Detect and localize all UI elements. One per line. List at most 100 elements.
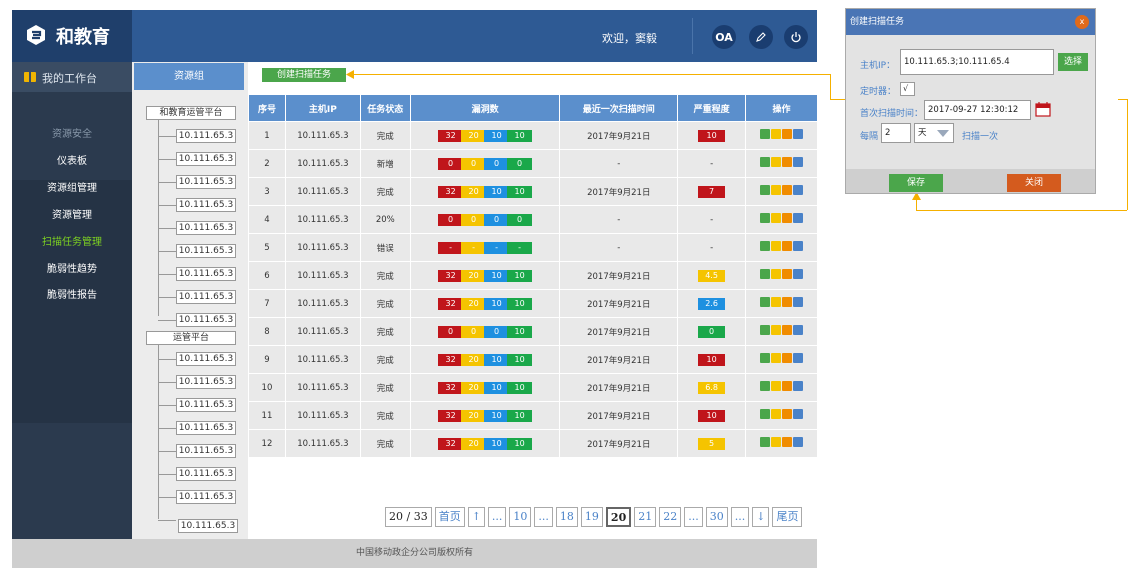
stop-icon[interactable] [771,353,782,363]
tree-leaf-ip[interactable]: 10.111.65.3 [176,444,236,458]
tree-group[interactable]: 运管平台 [146,331,236,345]
table-row[interactable]: 1 10.111.65.3 完成 32 20 10 10 2017年9月21日 10 [248,121,818,150]
stop-icon[interactable] [771,241,782,251]
interval-input[interactable]: 2 [881,123,911,143]
table-row[interactable]: 3 10.111.65.3 完成 32 20 10 10 2017年9月21日 7 [248,177,818,206]
select-button[interactable]: 选择 [1058,53,1088,71]
tab-resource-group[interactable]: 资源组 [134,63,244,90]
tree-group[interactable]: 和教育运管平台 [146,106,236,120]
table-row[interactable]: 12 10.111.65.3 完成 32 20 10 10 2017年9月21日 5 [248,429,818,458]
table-row[interactable]: 6 10.111.65.3 完成 32 20 10 10 2017年9月21日 4.5 [248,261,818,290]
timer-checkbox[interactable]: √ [900,82,915,96]
table-row[interactable]: 10 10.111.65.3 完成 32 20 10 10 2017年9月21日 6.8 [248,373,818,402]
calendar-icon[interactable] [1035,101,1051,117]
tree-leaf-ip[interactable]: 10.111.65.3 [176,398,236,412]
tree-leaf-ip[interactable]: 10.111.65.3 [176,152,236,166]
report-icon[interactable] [782,269,793,279]
play-icon[interactable] [760,325,771,335]
edit-icon[interactable] [793,353,804,363]
tree-leaf-ip[interactable]: 10.111.65.3 [176,352,236,366]
edit-icon[interactable] [793,185,804,195]
page-button[interactable]: 18 [555,507,578,527]
edit-icon[interactable] [793,437,804,447]
tree-leaf-ip[interactable]: 10.111.65.3 [176,198,236,212]
logout-button[interactable] [784,25,808,49]
table-row[interactable]: 4 10.111.65.3 20% 0 0 0 0- - [248,205,818,234]
page-button[interactable]: 21 [634,507,657,527]
play-icon[interactable] [760,409,771,419]
edit-button[interactable] [749,25,773,49]
edit-icon[interactable] [793,157,804,167]
report-icon[interactable] [782,325,793,335]
table-row[interactable]: 5 10.111.65.3 错误 - - - - - - [248,233,818,262]
report-icon[interactable] [782,381,793,391]
last-page-button[interactable]: 尾页 [772,507,803,527]
edit-icon[interactable] [793,325,804,335]
tree-leaf-ip[interactable]: 10.111.65.3 [176,267,236,281]
report-icon[interactable] [782,297,793,307]
sidebar-item-resource[interactable]: 资源管理 [12,206,132,221]
report-icon[interactable] [782,353,793,363]
edit-icon[interactable] [793,213,804,223]
tree-leaf-ip[interactable]: 10.111.65.3 [176,221,236,235]
tree-leaf-ip[interactable]: 10.111.65.3 [176,467,236,481]
stop-icon[interactable] [771,269,782,279]
tree-leaf-ip[interactable]: 10.111.65.3 [176,129,236,143]
table-row[interactable]: 8 10.111.65.3 完成 0 0 0 10 2017年9月21日 0 [248,317,818,346]
stop-icon[interactable] [771,297,782,307]
sidebar-item-report[interactable]: 脆弱性报告 [12,286,132,301]
report-icon[interactable] [782,157,793,167]
page-button[interactable]: 30 [705,507,728,527]
stop-icon[interactable] [771,381,782,391]
table-row[interactable]: 11 10.111.65.3 完成 32 20 10 10 2017年9月21日 10 [248,401,818,430]
tree-leaf-ip[interactable]: 10.111.65.3 [176,375,236,389]
table-row[interactable]: 2 10.111.65.3 新增 0 0 0 0- - [248,149,818,178]
first-scan-time-input[interactable]: 2017-09-27 12:30:12 [924,100,1031,120]
tree-leaf-ip[interactable]: 10.111.65.3 [176,290,236,304]
play-icon[interactable] [760,185,771,195]
interval-unit-select[interactable]: 天 [914,123,954,143]
tree-leaf-ip[interactable]: 10.111.65.3 [176,490,236,504]
report-icon[interactable] [782,185,793,195]
play-icon[interactable] [760,213,771,223]
stop-icon[interactable] [771,157,782,167]
tree-leaf-ip[interactable]: 10.111.65.3 [176,175,236,189]
report-icon[interactable] [782,437,793,447]
page-button[interactable]: ↑ [467,507,485,527]
sidebar-item-resource-group[interactable]: 资源组管理 [12,179,132,194]
sidebar-item-dashboard[interactable]: 仪表板 [12,152,132,167]
tree-leaf-ip[interactable]: 10.111.65.3 [176,313,236,327]
stop-icon[interactable] [771,213,782,223]
close-button[interactable]: 关闭 [1007,174,1061,192]
play-icon[interactable] [760,241,771,251]
report-icon[interactable] [782,241,793,251]
table-row[interactable]: 7 10.111.65.3 完成 32 20 10 10 2017年9月21日 2.6 [248,289,818,318]
play-icon[interactable] [760,129,771,139]
report-icon[interactable] [782,409,793,419]
edit-icon[interactable] [793,297,804,307]
table-row[interactable]: 9 10.111.65.3 完成 32 20 10 10 2017年9月21日 10 [248,345,818,374]
play-icon[interactable] [760,437,771,447]
tree-leaf-ip[interactable]: 10.111.65.3 [178,519,238,533]
oa-button[interactable]: OA [712,25,736,49]
page-button[interactable]: 20 [605,507,632,527]
play-icon[interactable] [760,353,771,363]
save-button[interactable]: 保存 [889,174,943,192]
stop-icon[interactable] [771,129,782,139]
page-button[interactable]: 19 [580,507,603,527]
play-icon[interactable] [760,269,771,279]
host-ip-input[interactable]: 10.111.65.3;10.111.65.4 [900,49,1054,75]
stop-icon[interactable] [771,437,782,447]
edit-icon[interactable] [793,409,804,419]
report-icon[interactable] [782,129,793,139]
first-page-button[interactable]: 首页 [434,507,465,527]
page-button[interactable]: ↓ [752,507,770,527]
stop-icon[interactable] [771,185,782,195]
play-icon[interactable] [760,381,771,391]
edit-icon[interactable] [793,381,804,391]
tree-leaf-ip[interactable]: 10.111.65.3 [176,421,236,435]
edit-icon[interactable] [793,241,804,251]
stop-icon[interactable] [771,409,782,419]
stop-icon[interactable] [771,325,782,335]
tree-leaf-ip[interactable]: 10.111.65.3 [176,244,236,258]
